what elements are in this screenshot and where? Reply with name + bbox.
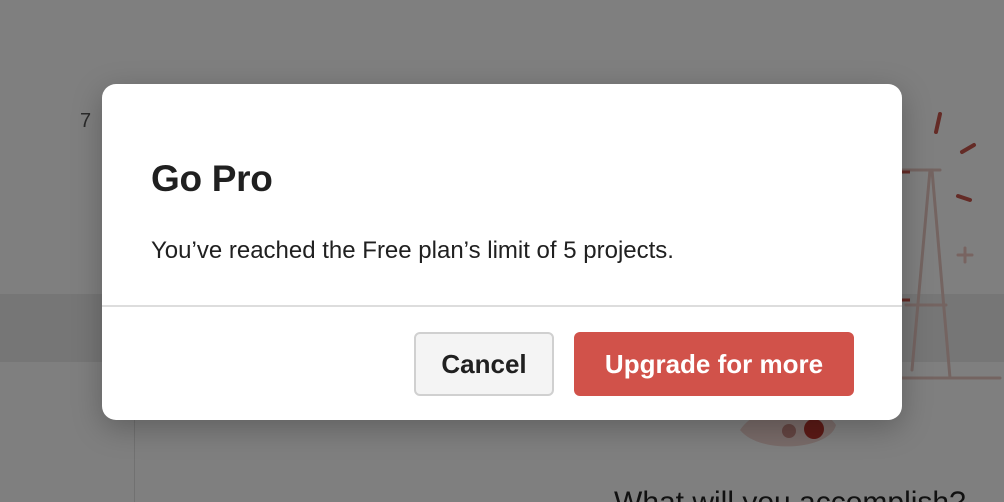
dialog-divider: [102, 305, 902, 307]
upgrade-button[interactable]: Upgrade for more: [574, 332, 854, 396]
go-pro-dialog: Go Pro You’ve reached the Free plan’s li…: [102, 84, 902, 420]
dialog-message: You’ve reached the Free plan’s limit of …: [151, 237, 674, 264]
dialog-title: Go Pro: [151, 158, 273, 199]
app-page: 7 What will you accomplish? Go Pro Yo: [0, 0, 1004, 502]
cancel-button[interactable]: Cancel: [414, 332, 554, 396]
